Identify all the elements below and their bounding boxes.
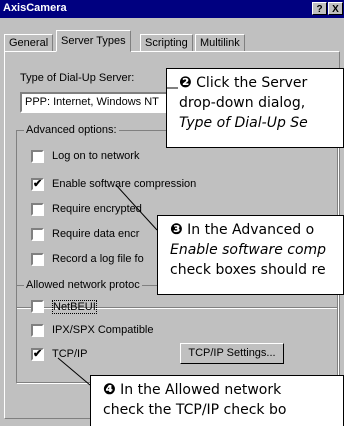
leader-line-step-4	[57, 357, 91, 386]
leader-line-step-3	[115, 184, 158, 231]
tab-server-types[interactable]: Server Types	[56, 30, 131, 52]
callout-leader-lines	[57, 87, 178, 386]
dialog-window: AxisCamera ? X General Server Types Scri…	[0, 0, 344, 426]
